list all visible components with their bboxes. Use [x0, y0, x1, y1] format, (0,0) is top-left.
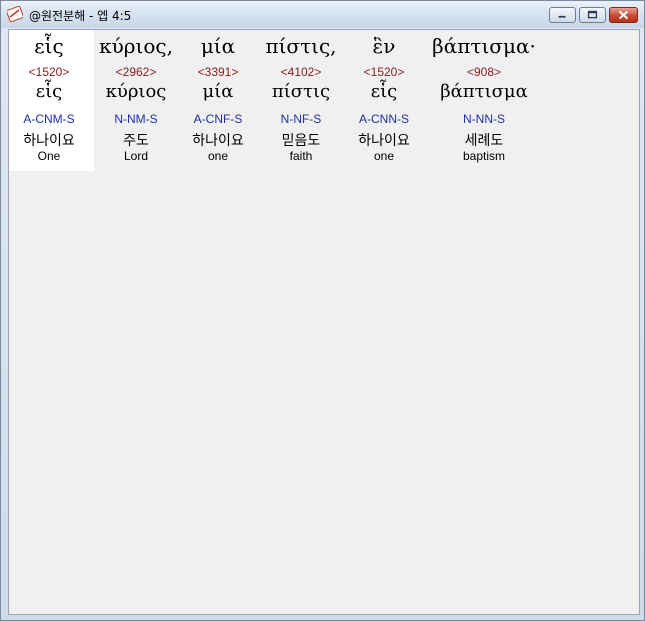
strong-number[interactable]: <1520> [344, 65, 424, 79]
window-title: @원전분해 - 엡 4:5 [29, 9, 132, 23]
korean-gloss: 하나이요 [358, 133, 410, 149]
lemma-word: πίστις [271, 81, 331, 102]
close-icon [618, 10, 629, 20]
morphology-code[interactable]: A-CNN-S [344, 112, 424, 126]
minimize-icon [558, 15, 566, 18]
lemma-word: μία [202, 81, 234, 102]
close-button[interactable] [609, 7, 638, 23]
maximize-icon [587, 10, 598, 19]
english-gloss: baptism [462, 149, 506, 163]
minimize-button[interactable] [549, 7, 576, 23]
strong-number[interactable]: <908> [424, 65, 544, 79]
lemma-word: εἷς [370, 81, 398, 102]
english-gloss: faith [289, 149, 313, 163]
strong-number[interactable]: <3391> [178, 65, 258, 79]
original-word: εἷς [34, 34, 64, 58]
maximize-button[interactable] [579, 7, 606, 23]
morphology-code[interactable]: N-NN-S [424, 112, 544, 126]
english-gloss: one [373, 149, 395, 163]
original-word: μία [200, 34, 236, 58]
original-word: πίστις, [265, 34, 337, 58]
korean-gloss: 하나이요 [192, 133, 244, 149]
korean-gloss: 하나이요 [23, 133, 75, 149]
morphology-code[interactable]: N-NM-S [94, 112, 178, 126]
morphology-code[interactable]: N-NF-S [258, 112, 344, 126]
morphology-code[interactable]: A-CNF-S [178, 112, 258, 126]
english-gloss: One [37, 149, 61, 163]
strong-number[interactable]: <1520> [9, 65, 89, 79]
lemma-word: κύριος [105, 81, 167, 102]
korean-gloss: 주도 [123, 133, 149, 149]
english-gloss: one [207, 149, 229, 163]
lemma-word: εἷς [35, 81, 63, 102]
morphology-code[interactable]: A-CNM-S [9, 112, 89, 126]
original-word: βάπτισμα· [432, 34, 536, 58]
korean-gloss: 믿음도 [281, 133, 321, 149]
original-word: ἓν [372, 34, 396, 58]
lemma-word: βάπτισμα [440, 81, 528, 102]
app-icon [7, 6, 23, 22]
korean-gloss: 세례도 [464, 133, 504, 149]
strong-number[interactable]: <2962> [94, 65, 178, 79]
english-gloss: Lord [123, 149, 149, 163]
original-word: κύριος, [99, 34, 173, 58]
interlinear-view: εἷς <1520> εἷς A-CNM-S 하나이요 One κύριος, … [8, 29, 640, 615]
title-bar[interactable]: @원전분해 - 엡 4:5 [1, 1, 644, 28]
app-window: @원전분해 - 엡 4:5 εἷς <1520> εἷς A-CNM-S 하나이… [0, 0, 645, 621]
strong-number[interactable]: <4102> [258, 65, 344, 79]
